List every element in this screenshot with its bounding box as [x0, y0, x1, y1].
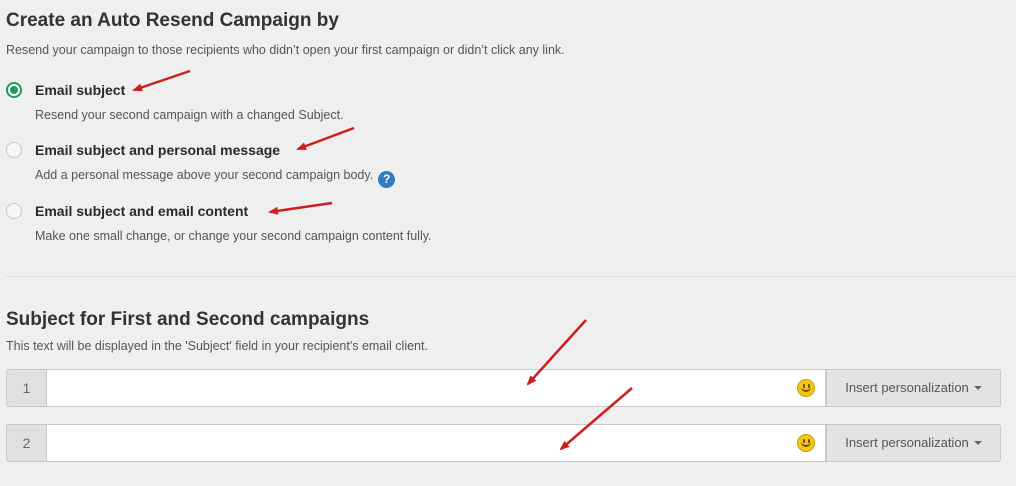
subject-section-description: This text will be displayed in the 'Subj…: [6, 339, 428, 353]
subject-row-number: 1: [6, 369, 46, 407]
subject-row-1: 1 Insert personalization: [6, 369, 1001, 407]
radio-email-subject[interactable]: [6, 82, 22, 98]
option-personal-message-description-row: Add a personal message above your second…: [35, 167, 396, 188]
first-subject-input[interactable]: [46, 369, 826, 407]
annotation-arrow: [296, 126, 355, 151]
annotation-arrow: [268, 201, 333, 215]
smiley-emoji-icon[interactable]: [797, 434, 815, 452]
insert-personalization-button[interactable]: Insert personalization: [826, 424, 1001, 462]
subject-section-title: Subject for First and Second campaigns: [6, 309, 370, 330]
auto-resend-description: Resend your campaign to those recipients…: [6, 43, 565, 57]
radio-email-subject-email-content[interactable]: [6, 203, 22, 219]
option-email-content-description: Make one small change, or change your se…: [35, 229, 432, 243]
option-email-subject-description: Resend your second campaign with a chang…: [35, 108, 344, 122]
second-subject-input[interactable]: [46, 424, 826, 462]
caret-down-icon: [973, 441, 982, 445]
smiley-emoji-icon[interactable]: [797, 379, 815, 397]
annotation-arrow: [132, 69, 191, 92]
caret-down-icon: [973, 386, 982, 390]
option-personal-message-label[interactable]: Email subject and personal message: [35, 141, 280, 159]
section-divider: [6, 276, 1016, 277]
radio-email-subject-personal-message[interactable]: [6, 142, 22, 158]
subject-row-2: 2 Insert personalization: [6, 424, 1001, 462]
option-email-subject-label[interactable]: Email subject: [35, 81, 125, 99]
subject-row-number: 2: [6, 424, 46, 462]
help-question-icon[interactable]: ?: [378, 171, 396, 188]
insert-personalization-label: Insert personalization: [845, 435, 969, 450]
auto-resend-title: Create an Auto Resend Campaign by: [6, 10, 339, 31]
option-personal-message-description: Add a personal message above your second…: [35, 168, 374, 182]
option-email-content-label[interactable]: Email subject and email content: [35, 202, 248, 220]
auto-resend-section: Create an Auto Resend Campaign by Resend…: [6, 8, 1010, 58]
subject-section: Subject for First and Second campaigns T…: [6, 307, 1010, 354]
insert-personalization-button[interactable]: Insert personalization: [826, 369, 1001, 407]
insert-personalization-label: Insert personalization: [845, 380, 969, 395]
